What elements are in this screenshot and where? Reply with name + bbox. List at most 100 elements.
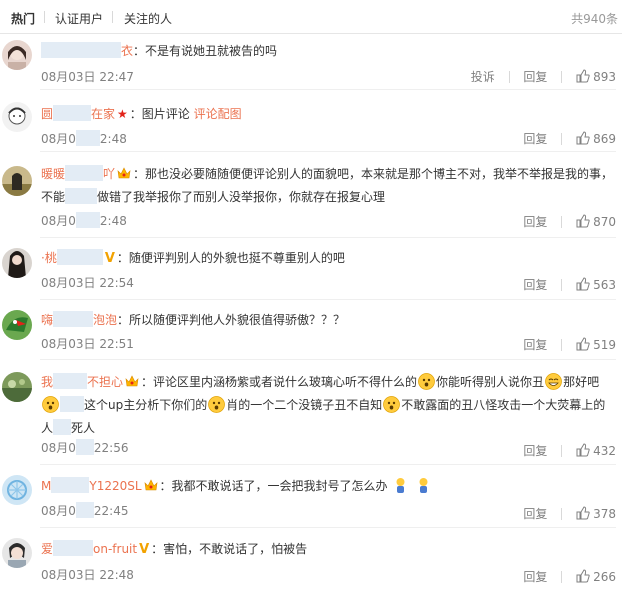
comment-item: ·桃 V ：随便评判别人的外貌也挺不尊重别人的吧 08月03日 22:54 回复 5… [0, 238, 622, 300]
comment-actions: 回复 378 [523, 505, 616, 522]
comment-item: M Y1220SL ：我都不敢说话了，一会把我封号了怎么办 08月0 22:45 回复… [0, 465, 622, 528]
action-divider [561, 507, 563, 520]
like-count: 266 [593, 570, 616, 584]
sad-figure-emoji-icon [419, 478, 428, 493]
action-divider [561, 570, 563, 583]
comment-filter-tabs: 热门 认证用户 关注的人 共940条 [0, 0, 622, 34]
tab-following[interactable]: 关注的人 [124, 10, 172, 27]
commenter-name[interactable]: 暖暖吖 [41, 165, 115, 181]
thumbs-up-icon [576, 569, 590, 583]
commenter-name[interactable]: 衣 [41, 42, 133, 58]
like-button[interactable]: 893 [576, 69, 616, 84]
comment-timestamp: 08月03日 22:48 [41, 568, 134, 582]
comment-body: 这个up主分析下你们的 [84, 398, 208, 412]
like-button[interactable]: 432 [576, 443, 616, 458]
action-divider [561, 70, 563, 83]
comment-body: ：图片评论 [129, 107, 190, 121]
like-count: 519 [593, 338, 616, 352]
commenter-name[interactable]: 爱 on-fruit [41, 540, 137, 556]
tab-verified-users[interactable]: 认证用户 [55, 10, 103, 27]
comment-text: M Y1220SL ：我都不敢说话了，一会把我封号了怎么办 [41, 475, 616, 498]
avatar[interactable] [2, 40, 32, 70]
comment-timestamp: 08月03日 22:47 [41, 70, 134, 84]
verified-v-icon: V [139, 542, 150, 557]
comment-body: 那好吧 [563, 375, 600, 389]
commenter-name[interactable]: 嗨泡泡 [41, 311, 117, 327]
redacted-text-blur [53, 419, 72, 435]
comment-body: ：所以随便评判他人外貌很值得骄傲？？？ [117, 313, 346, 327]
commenter-name[interactable]: M Y1220SL [41, 477, 142, 493]
like-button[interactable]: 519 [576, 337, 616, 352]
member-crown-icon [117, 167, 131, 179]
tab-divider [112, 11, 113, 23]
like-count: 432 [593, 444, 616, 458]
shocked-face-emoji-icon [383, 396, 401, 413]
commenter-name[interactable]: 我不担心 [41, 373, 123, 389]
comment-body: 不能 [41, 190, 66, 204]
comment-actions: 回复 870 [523, 213, 616, 230]
redacted-name-blur [53, 540, 94, 556]
report-button[interactable]: 投诉 [471, 68, 495, 85]
thumbs-up-icon [576, 214, 590, 228]
comment-body: ：那也没必要随随便便评论别人的面貌吧，本来就是那个博主不对，我举不举报是我的事， [133, 167, 614, 181]
comment-text: ·桃 V ：随便评判别人的外貌也挺不尊重别人的吧 [41, 247, 616, 270]
comment-timestamp: 08月03日 22:54 [41, 276, 134, 290]
reply-button[interactable]: 回复 [523, 213, 547, 230]
thumbs-up-icon [576, 69, 590, 83]
commenter-name[interactable]: 圆在家 [41, 105, 115, 121]
avatar[interactable] [2, 538, 32, 568]
grinning-face-emoji-icon [545, 373, 562, 390]
like-button[interactable]: 870 [576, 214, 616, 229]
avatar[interactable] [2, 102, 32, 132]
comment-text: 暖暖吖 ：那也没必要随随便便评论别人的面貌吧，本来就是那个博主不对，我举不举报是我… [41, 163, 616, 209]
avatar[interactable] [2, 166, 32, 196]
redacted-time-blur [75, 502, 94, 518]
reply-button[interactable]: 回复 [523, 130, 547, 147]
comment-body: ：评论区里内涵杨紫或者说什么玻璃心听不得什么的 [141, 375, 418, 389]
tab-divider [44, 11, 45, 23]
comment-total-count: 共940条 [571, 12, 618, 26]
comment-item: 衣：不是有说她丑就被告的吗 08月03日 22:47 投诉 回复 893 [0, 34, 622, 90]
redacted-time-blur [75, 439, 94, 455]
comment-timestamp: 08月0 22:56 [41, 439, 129, 455]
comment-timestamp: 08月0 2:48 [41, 212, 127, 228]
avatar[interactable] [2, 248, 32, 278]
avatar[interactable] [2, 310, 32, 340]
comment-body: ：我都不敢说话了，一会把我封号了怎么办 [159, 479, 388, 493]
comment-timestamp: 08月03日 22:51 [41, 337, 134, 351]
comment-actions: 回复 869 [523, 130, 616, 147]
comment-item: 圆在家 ★ ：图片评论 评论配图 08月0 2:48 回复 869 [0, 90, 622, 152]
comment-body: 你能听得别人说你丑 [436, 375, 545, 389]
like-count: 378 [593, 507, 616, 521]
like-count: 870 [593, 215, 616, 229]
reply-button[interactable]: 回复 [523, 276, 547, 293]
like-button[interactable]: 266 [576, 569, 616, 584]
reply-button[interactable]: 回复 [523, 568, 547, 585]
comment-item: 暖暖吖 ：那也没必要随随便便评论别人的面貌吧，本来就是那个博主不对，我举不举报是我… [0, 152, 622, 238]
reply-button[interactable]: 回复 [523, 442, 547, 459]
tab-hot[interactable]: 热门 [11, 10, 35, 27]
comment-body: ：害怕，不敢说话了，怕被告 [151, 542, 308, 556]
redacted-name-blur [53, 311, 94, 327]
thumbs-up-icon [576, 506, 590, 520]
reply-button[interactable]: 回复 [523, 505, 547, 522]
avatar[interactable] [2, 372, 32, 402]
reply-button[interactable]: 回复 [523, 68, 547, 85]
view-comment-image-link[interactable]: 评论配图 [194, 107, 242, 121]
comment-body: 不敢露面的丑八怪攻击一个大荧幕上的 [401, 398, 606, 412]
reply-button[interactable]: 回复 [523, 336, 547, 353]
comment-timestamp: 08月0 22:45 [41, 502, 129, 518]
shocked-face-emoji-icon [208, 396, 226, 413]
comment-text: 我不担心 ：评论区里内涵杨紫或者说什么玻璃心听不得什么的 你能听得别人说你丑 那好吧 … [41, 371, 616, 440]
comment-text: 爱 on-fruit V ：害怕，不敢说话了，怕被告 [41, 538, 616, 561]
like-button[interactable]: 869 [576, 131, 616, 146]
redacted-name-blur [41, 42, 121, 58]
comment-body: ：不是有说她丑就被告的吗 [133, 44, 278, 58]
avatar[interactable] [2, 475, 32, 505]
like-button[interactable]: 378 [576, 506, 616, 521]
commenter-name[interactable]: ·桃 [41, 249, 103, 265]
comment-body: 肖的一个二个没镜子丑不自知 [226, 398, 383, 412]
comment-text: 嗨泡泡：所以随便评判他人外貌很值得骄傲？？？ [41, 309, 616, 332]
action-divider [508, 70, 510, 83]
like-button[interactable]: 563 [576, 277, 616, 292]
